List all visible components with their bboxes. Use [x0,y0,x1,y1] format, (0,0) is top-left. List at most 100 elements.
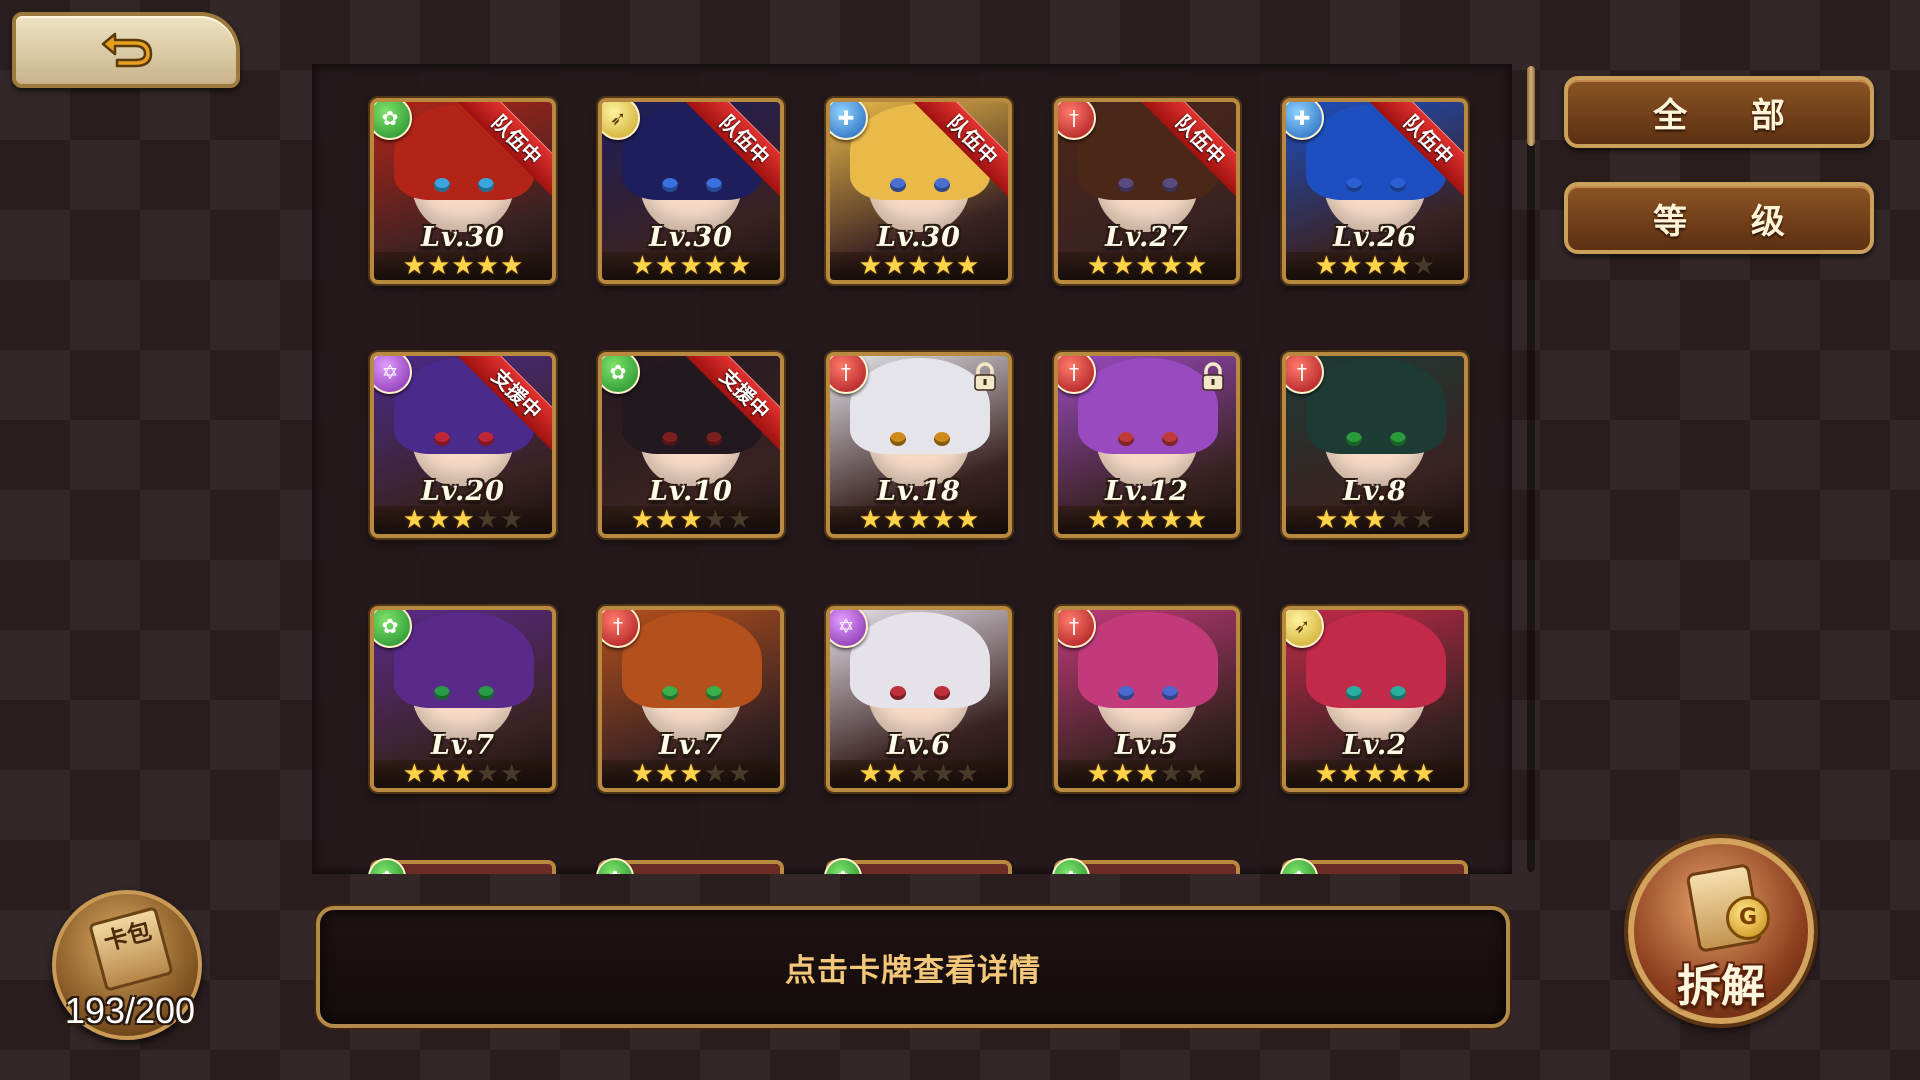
star-empty-icon: ★ [1159,759,1183,789]
character-card[interactable]: † Lv.8 ★ ★ ★ ★ ★ [1282,352,1468,538]
character-card[interactable]: † Lv.5 ★ ★ ★ ★ ★ [1054,606,1240,792]
star-rating: ★ ★ ★ ★ ★ [1286,252,1464,280]
star-filled-icon: ★ [907,251,931,281]
scrollbar-thumb[interactable] [1527,66,1535,146]
character-card[interactable]: † Lv.18 ★ ★ ★ ★ ★ [826,352,1012,538]
star-filled-icon: ★ [1339,759,1363,789]
character-card-partial[interactable]: ✿ [368,858,556,874]
card-level: Lv.27 [1105,222,1189,253]
star-filled-icon: ★ [955,505,980,535]
leaf-element-icon: ✿ [824,858,862,874]
star-filled-icon: ★ [451,251,475,281]
star-filled-icon: ★ [1135,759,1159,789]
character-card[interactable]: ✿ 队伍中 Lv.30 ★ ★ ★ ★ ★ [370,98,556,284]
star-filled-icon: ★ [1314,505,1339,535]
star-filled-icon: ★ [1387,251,1411,281]
gold-coin-icon: G [1726,896,1770,940]
star-filled-icon: ★ [655,759,679,789]
character-card[interactable]: ✿ Lv.7 ★ ★ ★ ★ ★ [370,606,556,792]
character-card[interactable]: ✡ Lv.6 ★ ★ ★ ★ ★ [826,606,1012,792]
character-card-partial[interactable]: ✿ [1052,858,1240,874]
dismantle-label: 拆解 [1677,961,1765,1012]
character-card-partial[interactable]: ✿ [824,858,1012,874]
character-card[interactable]: ➶ Lv.2 ★ ★ ★ ★ ★ [1282,606,1468,792]
leaf-element-icon: ✿ [1052,858,1090,874]
info-hint-text: 点击卡牌查看详情 [785,952,1041,989]
character-card[interactable]: ✚ 队伍中 Lv.26 ★ ★ ★ ★ ★ [1282,98,1468,284]
star-filled-icon: ★ [931,505,955,535]
star-rating: ★ ★ ★ ★ ★ [602,760,780,788]
star-rating: ★ ★ ★ ★ ★ [1286,760,1464,788]
star-filled-icon: ★ [1314,759,1339,789]
star-filled-icon: ★ [427,759,451,789]
star-filled-icon: ★ [955,251,980,281]
star-empty-icon: ★ [475,759,499,789]
star-filled-icon: ★ [427,251,451,281]
dismantle-button[interactable]: G 拆解 [1628,838,1814,1024]
star-filled-icon: ★ [451,505,475,535]
filter-all-button[interactable]: 全 部 [1564,76,1874,148]
character-card-partial[interactable]: ✿ [596,858,784,874]
card-pack-count: 193/200 [64,990,196,1031]
star-filled-icon: ★ [858,251,883,281]
character-card[interactable]: ✡ 支援中 Lv.20 ★ ★ ★ ★ ★ [370,352,556,538]
star-filled-icon: ★ [883,759,907,789]
card-pack-icon: 卡包 [88,906,174,992]
star-filled-icon: ★ [427,505,451,535]
star-filled-icon: ★ [883,251,907,281]
star-rating: ★ ★ ★ ★ ★ [830,760,1008,788]
card-list-scrollbar[interactable] [1527,66,1535,872]
star-filled-icon: ★ [679,251,703,281]
star-filled-icon: ★ [703,251,727,281]
star-empty-icon: ★ [703,759,727,789]
star-filled-icon: ★ [883,505,907,535]
star-filled-icon: ★ [1159,505,1183,535]
star-filled-icon: ★ [655,505,679,535]
star-filled-icon: ★ [1183,251,1208,281]
star-filled-icon: ★ [630,759,655,789]
star-filled-icon: ★ [1135,251,1159,281]
character-card[interactable]: † Lv.12 ★ ★ ★ ★ ★ [1054,352,1240,538]
star-empty-icon: ★ [499,759,524,789]
star-rating: ★ ★ ★ ★ ★ [1286,506,1464,534]
star-filled-icon: ★ [451,759,475,789]
character-card[interactable]: † Lv.7 ★ ★ ★ ★ ★ [598,606,784,792]
card-level: Lv.8 [1342,476,1408,507]
character-card[interactable]: ➶ 队伍中 Lv.30 ★ ★ ★ ★ ★ [598,98,784,284]
character-card[interactable]: ✿ 支援中 Lv.10 ★ ★ ★ ★ ★ [598,352,784,538]
star-filled-icon: ★ [931,251,955,281]
star-filled-icon: ★ [630,251,655,281]
card-level: Lv.2 [1342,730,1408,761]
star-filled-icon: ★ [679,759,703,789]
sort-level-button[interactable]: 等 级 [1564,182,1874,254]
star-filled-icon: ★ [727,251,752,281]
card-level: Lv.30 [877,222,961,253]
character-card[interactable]: ✚ 队伍中 Lv.30 ★ ★ ★ ★ ★ [826,98,1012,284]
character-card-partial[interactable]: ✿ [1280,858,1468,874]
star-filled-icon: ★ [1363,251,1387,281]
star-filled-icon: ★ [655,251,679,281]
card-level: Lv.7 [430,730,496,761]
star-filled-icon: ★ [402,759,427,789]
star-empty-icon: ★ [727,759,752,789]
star-empty-icon: ★ [955,759,980,789]
star-rating: ★ ★ ★ ★ ★ [602,252,780,280]
star-rating: ★ ★ ★ ★ ★ [1058,252,1236,280]
star-filled-icon: ★ [1339,505,1363,535]
star-filled-icon: ★ [679,505,703,535]
card-level: Lv.12 [1105,476,1189,507]
back-button[interactable] [12,12,240,88]
info-bar: 点击卡牌查看详情 [316,906,1510,1028]
card-level: Lv.6 [886,730,952,761]
lock-icon [970,362,1000,394]
card-collection-panel[interactable]: ✿ 队伍中 Lv.30 ★ ★ ★ ★ ★ ➶ 队伍中 Lv.30 ★ ★ ★ ★ ★ ✚ 队伍中 Lv.30 ★ ★ ★… [312,64,1512,874]
star-filled-icon: ★ [858,505,883,535]
star-filled-icon: ★ [1086,505,1111,535]
star-filled-icon: ★ [907,505,931,535]
star-empty-icon: ★ [703,505,727,535]
star-rating: ★ ★ ★ ★ ★ [602,506,780,534]
next-row-cards: ✿ ✿ ✿ ✿ ✿ [368,858,1468,874]
star-filled-icon: ★ [1363,759,1387,789]
star-filled-icon: ★ [1411,759,1436,789]
character-card[interactable]: † 队伍中 Lv.27 ★ ★ ★ ★ ★ [1054,98,1240,284]
